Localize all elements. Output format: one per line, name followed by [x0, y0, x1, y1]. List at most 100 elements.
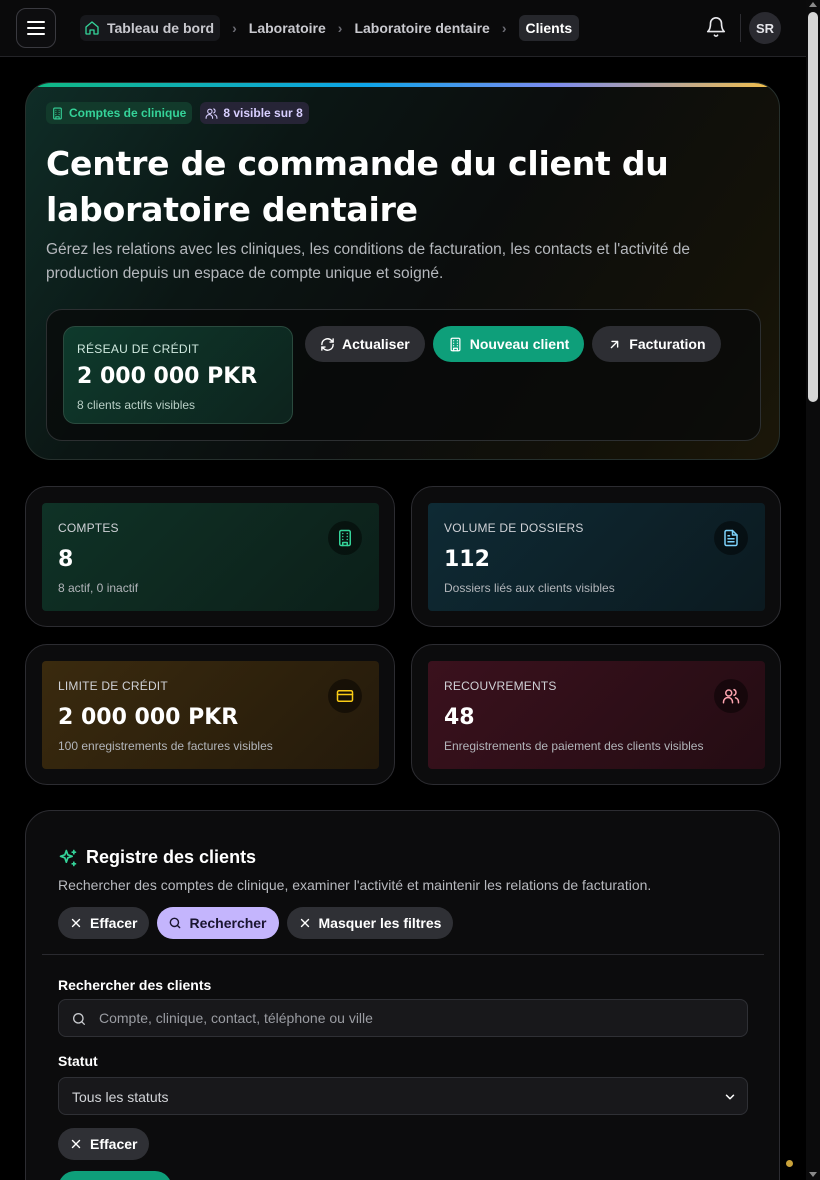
search-field — [58, 999, 748, 1037]
search-field-label: Rechercher des clients — [58, 977, 212, 993]
scroll-up-arrow-icon[interactable] — [809, 2, 817, 7]
stat-card-collections-inner: RECOUVREMENTS 48 Enregistrements de paie… — [428, 661, 765, 769]
status-dot — [786, 1160, 793, 1167]
refresh-button[interactable]: Actualiser — [305, 326, 425, 362]
page-title: Centre de commande du client du laborato… — [46, 144, 669, 229]
avatar[interactable]: SR — [749, 12, 781, 44]
stat-cases-icon-wrap — [714, 521, 748, 555]
stat-card-credit-limit-inner: LIMITE DE CRÉDIT 2 000 000 PKR 100 enreg… — [42, 661, 379, 769]
breadcrumb-laboratory[interactable]: Laboratoire — [249, 20, 326, 36]
chevron-right-icon: › — [337, 20, 343, 36]
close-icon — [71, 918, 81, 928]
stat-credit-limit-icon-wrap — [328, 679, 362, 713]
chevron-right-icon: › — [232, 20, 237, 36]
stat-cases-sub: Dossiers liés aux clients visibles — [444, 581, 615, 595]
hide-filters-button[interactable]: Masquer les filtres — [286, 907, 454, 939]
users-icon — [205, 107, 218, 119]
stat-collections-icon-wrap — [714, 679, 748, 713]
bell-icon[interactable] — [705, 16, 727, 38]
hero-actions: Actualiser Nouveau client Facturation — [305, 326, 721, 362]
stat-collections-sub: Enregistrements de paiement des clients … — [444, 739, 704, 753]
hero-card: Comptes de clinique 8 visible sur 8 Cent… — [25, 82, 780, 460]
apply-button[interactable] — [58, 1171, 172, 1180]
stat-card-accounts-inner: COMPTES 8 8 actif, 0 inactif — [42, 503, 379, 611]
stat-accounts-icon-wrap — [328, 521, 362, 555]
stat-accounts-label: COMPTES — [58, 521, 119, 535]
credit-network-sub: 8 clients actifs visibles — [77, 398, 196, 412]
scrollbar-thumb[interactable] — [808, 12, 818, 402]
billing-button-label: Facturation — [629, 336, 706, 352]
stat-credit-limit-sub: 100 enregistrements de factures visibles — [58, 739, 273, 753]
hero-gradient-bar — [26, 83, 779, 87]
close-icon — [71, 1139, 81, 1149]
stat-card-collections: RECOUVREMENTS 48 Enregistrements de paie… — [411, 644, 781, 785]
register-title: Registre des clients — [86, 847, 257, 867]
building-icon — [339, 529, 351, 547]
register-divider — [42, 954, 764, 955]
breadcrumb-dashboard-label: Tableau de bord — [107, 20, 215, 36]
clear-filters-button[interactable]: Effacer — [58, 1128, 150, 1160]
clear-filters-button-label: Effacer — [90, 1136, 138, 1152]
credit-network-label: RÉSEAU DE CRÉDIT — [77, 342, 200, 356]
breadcrumb-dashboard[interactable]: Tableau de bord — [80, 15, 221, 41]
credit-network-box: RÉSEAU DE CRÉDIT 2 000 000 PKR 8 clients… — [63, 326, 293, 424]
chevron-down-icon — [725, 1094, 735, 1100]
stat-card-cases-inner: VOLUME DE DOSSIERS 112 Dossiers liés aux… — [428, 503, 765, 611]
search-button[interactable]: Rechercher — [157, 907, 279, 939]
status-select[interactable]: Tous les statuts — [58, 1077, 748, 1115]
chip-clinic-accounts: Comptes de clinique — [46, 102, 193, 124]
header-divider — [740, 14, 741, 42]
hide-filters-button-label: Masquer les filtres — [318, 915, 442, 931]
stat-card-cases: VOLUME DE DOSSIERS 112 Dossiers liés aux… — [411, 486, 781, 627]
register-header: Registre des clients — [58, 847, 256, 868]
register-description: Rechercher des comptes de clinique, exam… — [58, 877, 652, 893]
new-client-button[interactable]: Nouveau client — [432, 326, 585, 362]
clear-button[interactable]: Effacer — [58, 907, 150, 939]
building-icon — [450, 337, 461, 351]
hero-chips: Comptes de clinique 8 visible sur 8 — [46, 102, 309, 124]
home-icon — [85, 21, 99, 35]
search-input[interactable] — [99, 1000, 739, 1036]
stat-card-accounts: COMPTES 8 8 actif, 0 inactif — [25, 486, 395, 627]
stat-collections-label: RECOUVREMENTS — [444, 679, 557, 693]
breadcrumb-dental-laboratory[interactable]: Laboratoire dentaire — [354, 20, 489, 36]
chevron-right-icon: › — [501, 20, 507, 36]
search-icon — [170, 917, 181, 929]
close-icon — [300, 918, 309, 928]
file-text-icon — [724, 529, 738, 547]
stat-accounts-value: 8 — [58, 547, 74, 572]
stat-credit-limit-label: LIMITE DE CRÉDIT — [58, 679, 168, 693]
hamburger-icon — [27, 27, 45, 29]
clear-button-label: Effacer — [90, 915, 138, 931]
breadcrumb: Tableau de bord › Laboratoire › Laborato… — [80, 15, 580, 41]
stat-credit-limit-value: 2 000 000 PKR — [58, 705, 239, 730]
stat-card-credit-limit: LIMITE DE CRÉDIT 2 000 000 PKR 100 enreg… — [25, 644, 395, 785]
stat-accounts-sub: 8 actif, 0 inactif — [58, 581, 139, 595]
chip-clinic-accounts-label: Comptes de clinique — [69, 106, 187, 120]
stat-cases-label: VOLUME DE DOSSIERS — [444, 521, 584, 535]
new-client-button-label: Nouveau client — [469, 336, 570, 352]
credit-card-icon — [336, 690, 354, 702]
scroll-down-arrow-icon[interactable] — [809, 1172, 817, 1177]
stat-collections-value: 48 — [444, 705, 475, 730]
users-icon — [722, 688, 740, 704]
top-bar: Tableau de bord › Laboratoire › Laborato… — [0, 0, 806, 57]
chip-visible-count-label: 8 visible sur 8 — [223, 106, 303, 120]
status-field-label: Statut — [58, 1053, 98, 1069]
page-description: Gérez les relations avec les cliniques, … — [46, 241, 690, 282]
refresh-button-label: Actualiser — [342, 336, 410, 352]
arrow-up-right-icon — [610, 340, 619, 348]
building-icon — [53, 107, 62, 119]
hero-panel: RÉSEAU DE CRÉDIT 2 000 000 PKR 8 clients… — [46, 309, 761, 441]
menu-button[interactable] — [16, 8, 56, 48]
status-select-value: Tous les statuts — [72, 1089, 169, 1105]
chip-visible-count: 8 visible sur 8 — [200, 102, 309, 124]
register-actions: Effacer Rechercher Masquer les filtres — [58, 907, 454, 939]
credit-network-value: 2 000 000 PKR — [77, 364, 258, 389]
client-register-card: Registre des clients Rechercher des comp… — [25, 810, 780, 1180]
billing-button[interactable]: Facturation — [592, 326, 721, 362]
search-button-label: Rechercher — [189, 915, 267, 931]
refresh-icon — [321, 337, 334, 351]
sparkles-icon — [59, 849, 77, 866]
stat-cases-value: 112 — [444, 547, 490, 572]
